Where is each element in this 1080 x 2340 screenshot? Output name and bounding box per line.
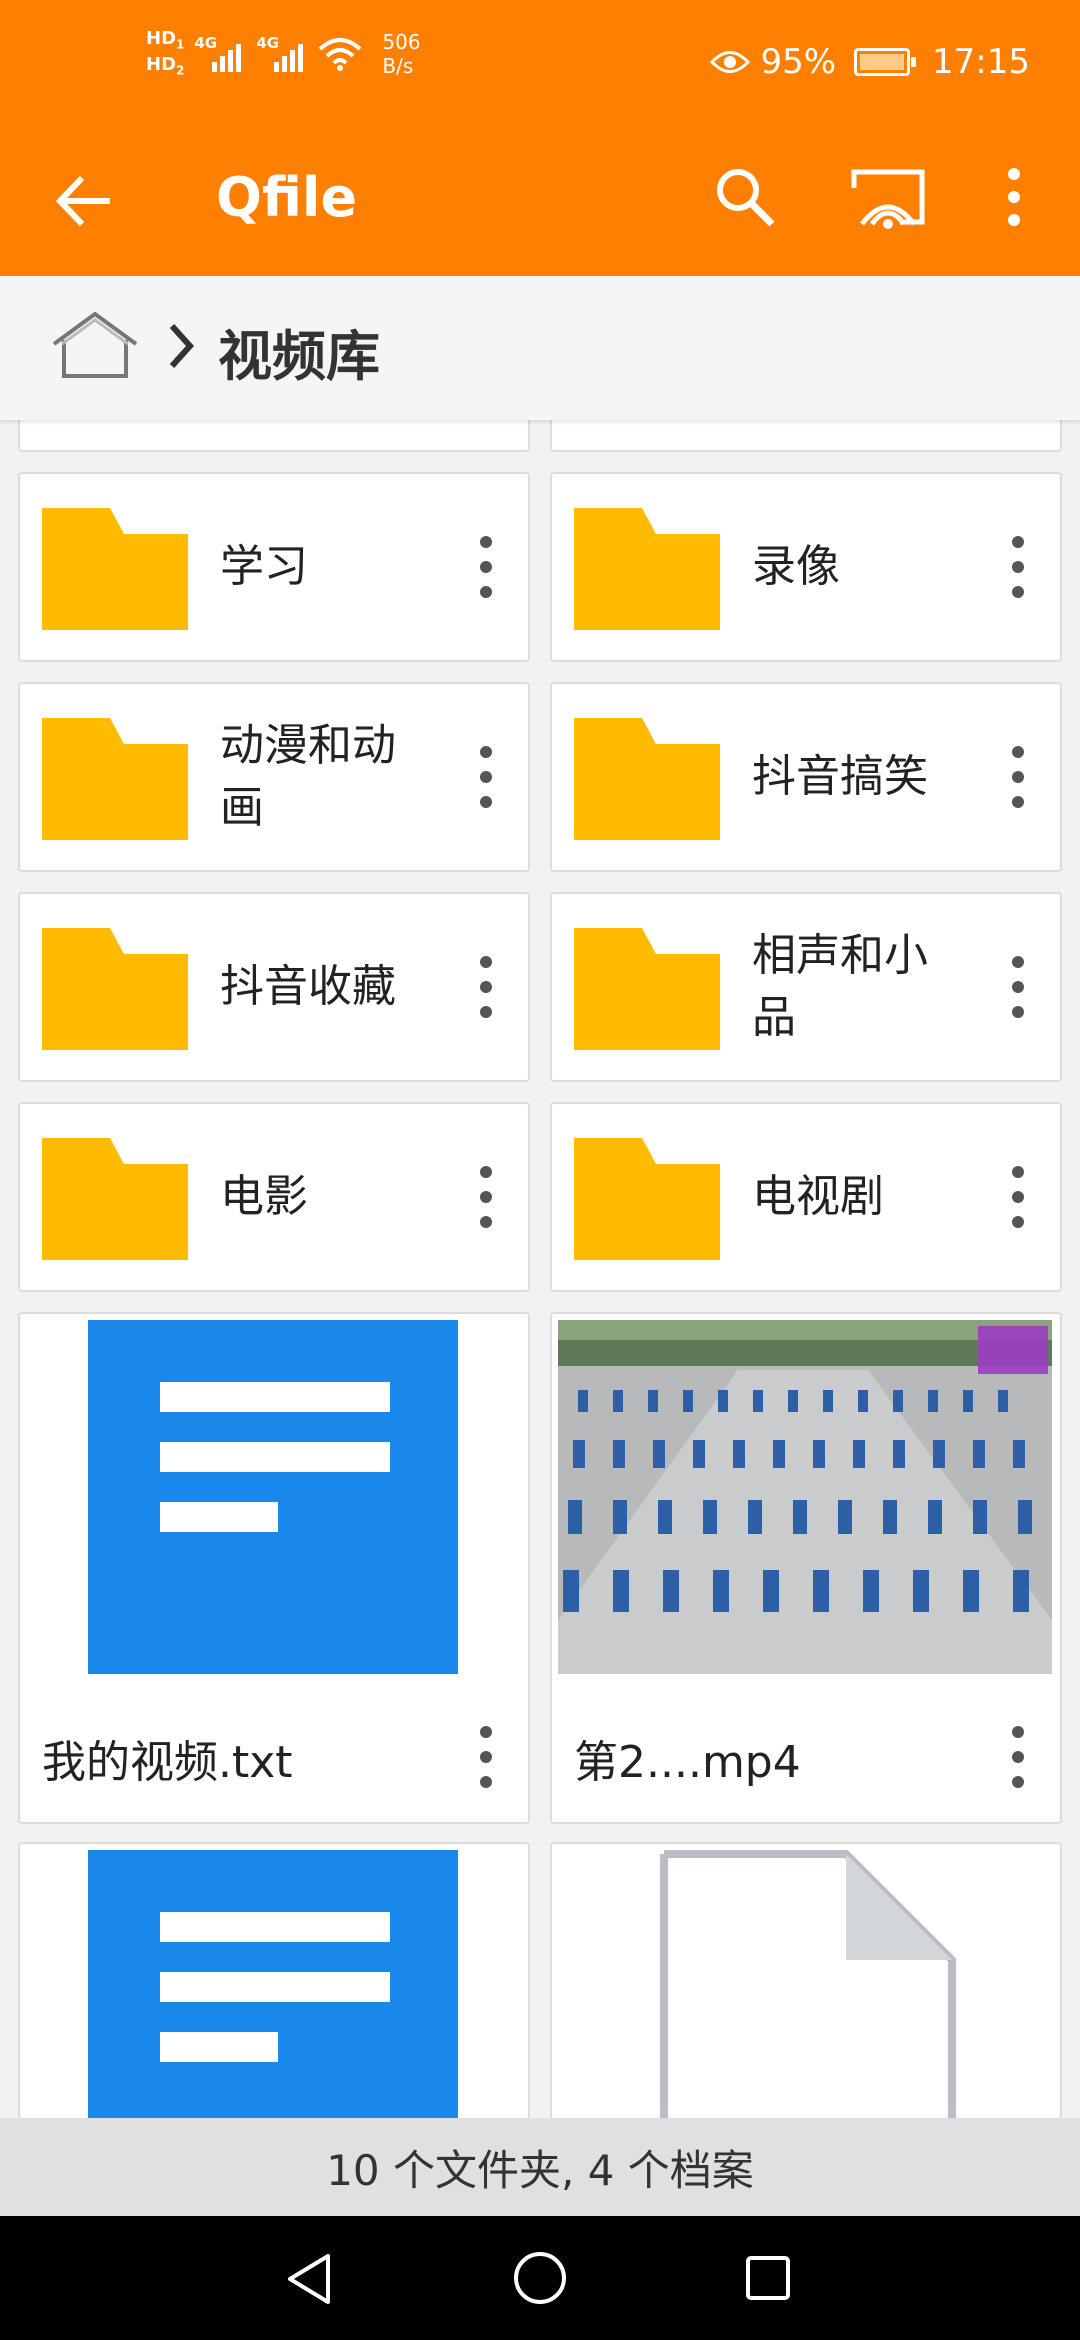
folder-name: 动漫和动画 <box>220 720 396 833</box>
net-speed-unit: B/s <box>382 54 414 78</box>
system-nav-bar <box>0 2216 1080 2340</box>
more-vert-icon[interactable] <box>1012 1726 1024 1788</box>
hd2-label: HD <box>146 54 177 75</box>
folder-card[interactable]: 录像 <box>550 472 1062 662</box>
status-bar: HD1 HD2 4G 4G 506 B/s 95% 17:15 <box>0 0 1080 130</box>
folder-name: 学习 <box>220 541 308 592</box>
folder-card[interactable]: 抖音搞笑 <box>550 682 1062 872</box>
breadcrumb-current[interactable]: 视频库 <box>218 312 380 391</box>
more-vert-icon[interactable] <box>1012 956 1024 1018</box>
folder-icon <box>42 1138 188 1260</box>
app-title: Qfile <box>216 166 358 229</box>
hd2-sub: 2 <box>176 63 185 78</box>
more-vert-icon[interactable] <box>994 162 1034 232</box>
cast-icon[interactable] <box>848 162 928 232</box>
chevron-right-icon <box>169 323 195 369</box>
status-bar-right: 95% 17:15 <box>710 42 1030 82</box>
more-vert-icon[interactable] <box>480 746 492 808</box>
net-speed: 506 B/s <box>382 30 420 78</box>
wifi-icon <box>319 38 362 71</box>
text-document-icon <box>88 1850 458 2118</box>
folder-name: 电影 <box>220 1171 308 1222</box>
file-card[interactable]: 第2....mp4 <box>550 1312 1062 1824</box>
blank-file-icon <box>660 1850 956 2118</box>
folder-card[interactable]: 相声和小品 <box>550 892 1062 1082</box>
home-icon[interactable] <box>48 310 142 380</box>
cell-signal-icon: 4G <box>256 32 308 76</box>
net-speed-value: 506 <box>382 30 421 54</box>
hd-indicator: HD1 HD2 <box>146 28 184 80</box>
status-bar-left: HD1 HD2 4G 4G 506 B/s <box>146 28 421 80</box>
more-vert-icon[interactable] <box>480 1726 492 1788</box>
clock: 17:15 <box>932 42 1030 82</box>
grid-card-partial[interactable] <box>550 420 1062 452</box>
folder-card[interactable]: 电影 <box>18 1102 530 1292</box>
folder-card[interactable]: 学习 <box>18 472 530 662</box>
more-vert-icon[interactable] <box>1012 746 1024 808</box>
folder-icon <box>574 928 720 1050</box>
more-vert-icon[interactable] <box>1012 1166 1024 1228</box>
breadcrumb: 视频库 <box>0 276 1080 420</box>
more-vert-icon[interactable] <box>480 536 492 598</box>
folder-name: 抖音收藏 <box>220 961 396 1012</box>
file-name: 第2....mp4 <box>574 1737 801 1788</box>
app-bar: Qfile <box>0 130 1080 276</box>
more-vert-icon[interactable] <box>1012 536 1024 598</box>
folder-icon <box>42 928 188 1050</box>
circle-home-icon[interactable] <box>512 2250 568 2306</box>
folder-summary: 10 个文件夹, 4 个档案 <box>0 2118 1080 2216</box>
more-vert-icon[interactable] <box>480 1166 492 1228</box>
more-vert-icon[interactable] <box>480 956 492 1018</box>
hd1-label: HD <box>146 28 177 49</box>
video-thumbnail <box>558 1320 1052 1674</box>
folder-icon <box>574 508 720 630</box>
text-document-icon <box>88 1320 458 1674</box>
cell-signal-icon: 4G <box>194 32 246 76</box>
file-name: 我的视频.txt <box>42 1737 293 1788</box>
grid-card-partial[interactable] <box>18 420 530 452</box>
file-card[interactable] <box>550 1842 1062 2118</box>
file-card[interactable]: 我的视频.txt <box>18 1312 530 1824</box>
hd1-sub: 1 <box>176 37 185 52</box>
file-card[interactable] <box>18 1842 530 2118</box>
folder-icon <box>42 718 188 840</box>
triangle-back-icon[interactable] <box>284 2252 334 2306</box>
search-icon[interactable] <box>710 162 780 232</box>
battery-icon <box>854 48 917 76</box>
eye-icon <box>710 51 751 73</box>
folder-card[interactable]: 抖音收藏 <box>18 892 530 1082</box>
folder-card[interactable]: 电视剧 <box>550 1102 1062 1292</box>
folder-name: 相声和小品 <box>752 930 928 1043</box>
folder-name: 录像 <box>752 541 840 592</box>
square-recents-icon[interactable] <box>744 2254 792 2302</box>
file-grid[interactable]: 学习 录像 动漫和动画 抖音搞笑 抖音收藏 相声和小品 电影 电视剧 我的视频.… <box>0 420 1080 2118</box>
folder-name: 电视剧 <box>752 1171 884 1222</box>
arrow-left-icon[interactable] <box>50 166 120 236</box>
folder-name: 抖音搞笑 <box>752 751 928 802</box>
folder-card[interactable]: 动漫和动画 <box>18 682 530 872</box>
battery-percent: 95% <box>760 42 837 82</box>
folder-icon <box>574 1138 720 1260</box>
folder-icon <box>42 508 188 630</box>
folder-icon <box>574 718 720 840</box>
